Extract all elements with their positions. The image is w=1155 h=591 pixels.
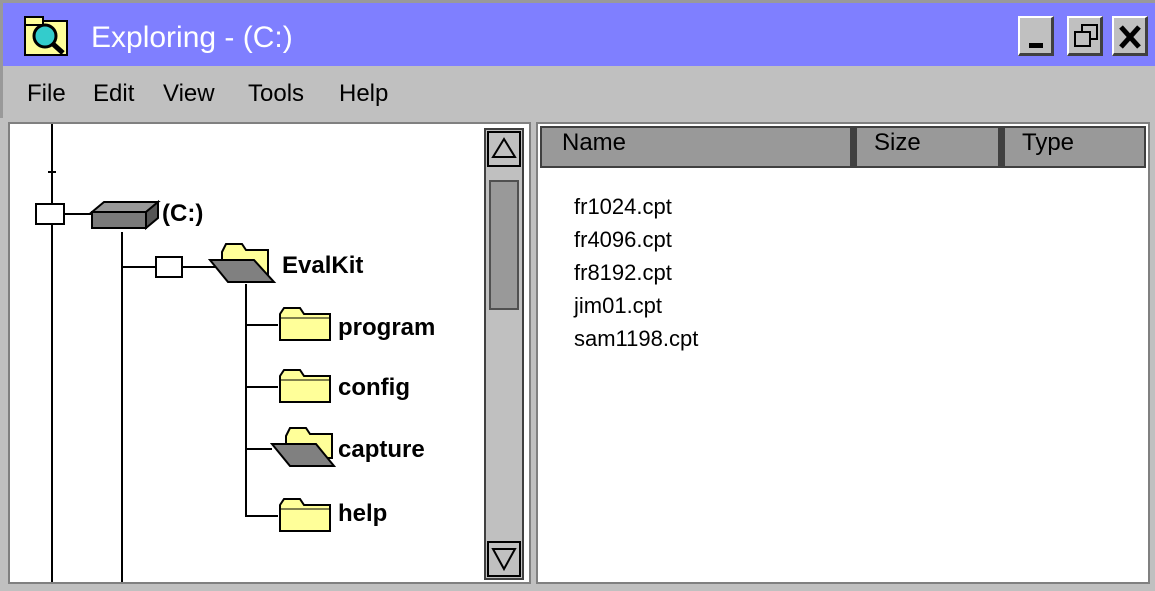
open-folder-icon <box>269 427 337 467</box>
menu-bar: File Edit View Tools Help <box>0 66 1155 118</box>
minimize-icon <box>1029 43 1043 48</box>
folder-tree-pane[interactable]: (C:) EvalKit program config capture help <box>8 122 531 584</box>
menu-tools[interactable]: Tools <box>248 80 304 108</box>
file-list-pane[interactable]: Name Size Type fr1024.cpt fr4096.cpt fr8… <box>536 122 1150 584</box>
scroll-down-button[interactable] <box>487 541 521 577</box>
explorer-window: Exploring - (C:) File Edit View Tools He… <box>0 0 1155 591</box>
folder-icon <box>279 307 331 341</box>
open-folder-icon <box>207 243 277 283</box>
menu-file[interactable]: File <box>27 80 66 108</box>
file-item[interactable]: jim01.cpt <box>574 293 662 319</box>
scroll-thumb[interactable] <box>489 180 519 310</box>
menu-view[interactable]: View <box>163 80 215 108</box>
tree-item-drive-c[interactable]: (C:) <box>162 200 203 228</box>
column-header-type[interactable]: Type <box>1000 126 1146 168</box>
file-item[interactable]: fr1024.cpt <box>574 194 672 220</box>
arrow-down-icon <box>491 548 517 572</box>
tree-scrollbar[interactable] <box>484 128 524 580</box>
close-button[interactable] <box>1112 16 1148 56</box>
expand-box[interactable] <box>35 203 65 225</box>
minimize-button[interactable] <box>1018 16 1054 56</box>
restore-icon <box>1074 24 1098 47</box>
column-header-name[interactable]: Name <box>540 126 852 168</box>
drive-icon <box>89 199 161 231</box>
restore-button[interactable] <box>1067 16 1103 56</box>
column-header-size[interactable]: Size <box>852 126 1000 168</box>
arrow-up-icon <box>491 137 517 158</box>
tree-item-config[interactable]: config <box>338 374 410 402</box>
close-icon <box>1119 25 1141 49</box>
menu-help[interactable]: Help <box>339 80 388 108</box>
file-item[interactable]: fr4096.cpt <box>574 227 672 253</box>
tree-item-help[interactable]: help <box>338 500 387 528</box>
folder-icon <box>279 498 331 532</box>
file-item[interactable]: fr8192.cpt <box>574 260 672 286</box>
scroll-up-button[interactable] <box>487 131 521 167</box>
tree-item-program[interactable]: program <box>338 314 435 342</box>
tree-item-evalkit[interactable]: EvalKit <box>282 252 363 280</box>
title-bar[interactable]: Exploring - (C:) <box>0 0 1155 66</box>
file-item[interactable]: sam1198.cpt <box>574 326 698 352</box>
tree-lines <box>35 124 337 582</box>
window-title: Exploring - (C:) <box>91 21 293 54</box>
folder-icon <box>279 369 331 403</box>
tree-item-capture[interactable]: capture <box>338 436 425 464</box>
expand-box[interactable] <box>155 256 183 278</box>
explorer-magnifier-icon <box>24 16 68 56</box>
menu-edit[interactable]: Edit <box>93 80 134 108</box>
